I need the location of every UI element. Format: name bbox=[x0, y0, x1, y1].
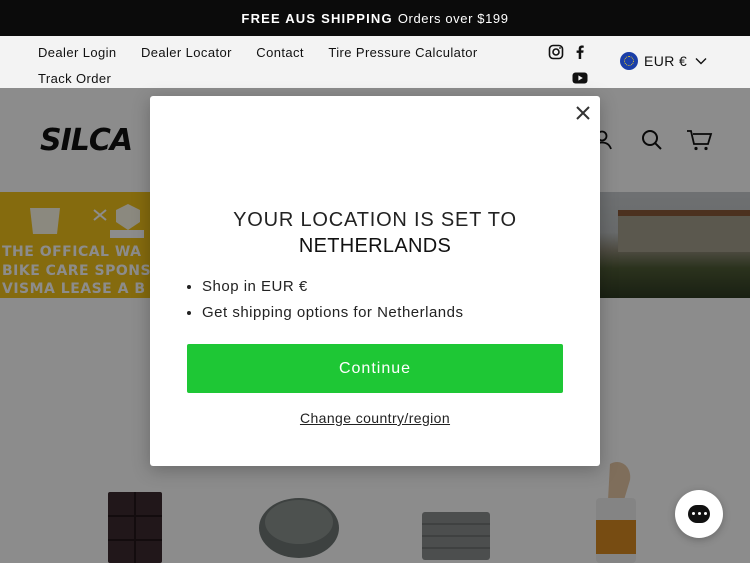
chevron-down-icon bbox=[695, 58, 707, 65]
currency-selector[interactable]: EUR € bbox=[620, 52, 707, 70]
dealer-locator-link[interactable]: Dealer Locator bbox=[141, 40, 232, 66]
contact-link[interactable]: Contact bbox=[256, 40, 304, 66]
youtube-icon[interactable] bbox=[572, 70, 588, 86]
utility-nav: Dealer Login Dealer Locator Contact Tire… bbox=[0, 36, 750, 88]
dealer-login-link[interactable]: Dealer Login bbox=[38, 40, 117, 66]
list-item: Get shipping options for Netherlands bbox=[202, 300, 463, 326]
announcement-bar: FREE AUS SHIPPING Orders over $199 bbox=[0, 0, 750, 36]
location-modal: YOUR LOCATION IS SET TO NETHERLANDS Shop… bbox=[150, 96, 600, 466]
change-country-link[interactable]: Change country/region bbox=[150, 410, 600, 426]
instagram-icon[interactable] bbox=[548, 44, 564, 60]
tire-pressure-link[interactable]: Tire Pressure Calculator bbox=[328, 40, 477, 66]
close-icon[interactable] bbox=[574, 104, 592, 122]
announcement-bold: FREE AUS SHIPPING bbox=[241, 10, 393, 26]
list-item: Shop in EUR € bbox=[202, 274, 463, 300]
eu-flag-icon bbox=[620, 52, 638, 70]
continue-button[interactable]: Continue bbox=[187, 344, 563, 393]
announcement-text: Orders over $199 bbox=[397, 10, 509, 26]
modal-heading: YOUR LOCATION IS SET TO bbox=[233, 209, 517, 231]
facebook-icon[interactable] bbox=[572, 44, 588, 60]
currency-label: EUR € bbox=[644, 53, 688, 69]
chat-icon bbox=[688, 505, 710, 523]
chat-widget-button[interactable] bbox=[675, 490, 723, 538]
modal-bullets: Shop in EUR € Get shipping options for N… bbox=[202, 274, 463, 326]
modal-country: NETHERLANDS bbox=[298, 235, 452, 257]
